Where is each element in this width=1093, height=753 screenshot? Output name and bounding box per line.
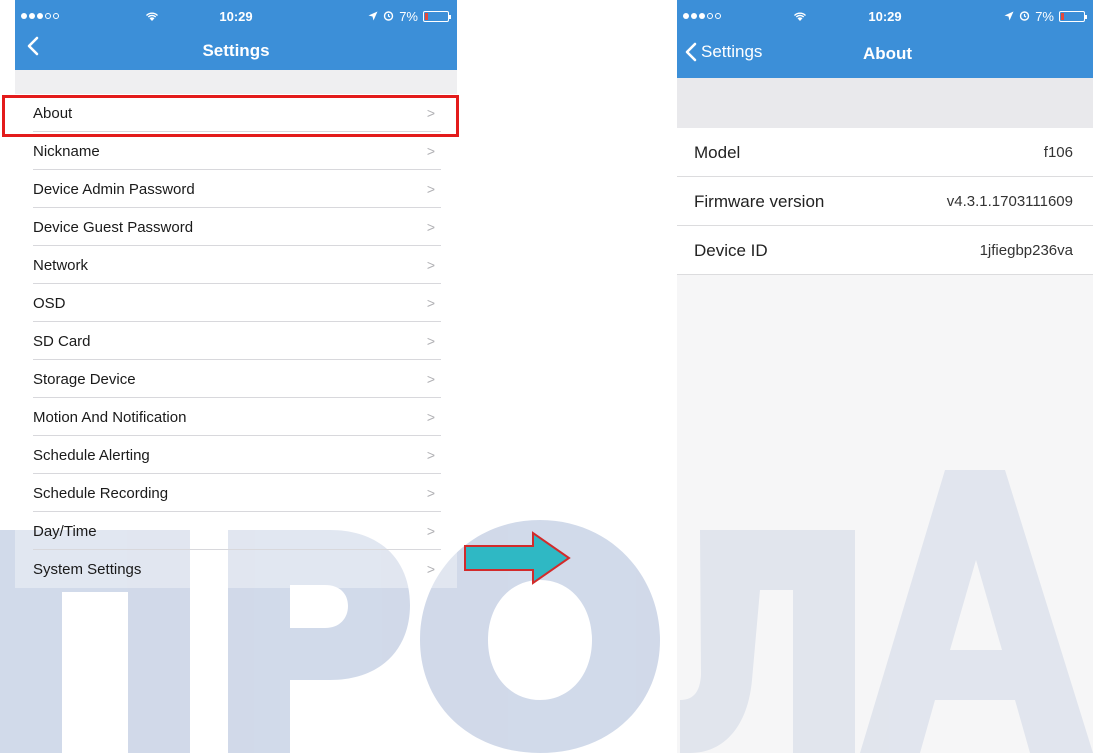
settings-item-network[interactable]: Network > (15, 246, 457, 284)
settings-item-admin-password[interactable]: Device Admin Password > (15, 170, 457, 208)
settings-item-label: OSD (33, 294, 66, 312)
settings-item-label: Device Guest Password (33, 218, 194, 236)
settings-item-nickname[interactable]: Nickname > (15, 132, 457, 170)
chevron-right-icon: > (426, 523, 435, 539)
arrow-right-icon (464, 531, 571, 585)
settings-item-label: Network (33, 256, 89, 274)
settings-item-label: SD Card (33, 332, 91, 350)
settings-item-guest-password[interactable]: Device Guest Password > (15, 208, 457, 246)
about-row-value: v4.3.1.1703111609 (946, 193, 1073, 210)
page-title: Settings (202, 41, 270, 60)
page-title: About (863, 44, 913, 63)
status-time: 10:29 (219, 8, 253, 24)
nav-bar: Settings About (677, 32, 1093, 78)
settings-item-label: Day/Time (33, 522, 97, 540)
settings-list: About > Nickname > Device Admin Password > … (15, 94, 457, 588)
chevron-right-icon: > (426, 257, 435, 273)
battery-icon (423, 10, 451, 22)
chevron-right-icon: > (426, 561, 435, 577)
chevron-right-icon: > (426, 295, 435, 311)
chevron-right-icon: > (426, 333, 435, 349)
about-row-model: Model f106 (677, 128, 1093, 177)
status-time: 10:29 (868, 8, 902, 24)
nav-bar: Settings (15, 32, 457, 70)
about-row-firmware-version: Firmware version v4.3.1.1703111609 (677, 177, 1093, 226)
settings-item-label: Schedule Recording (33, 484, 169, 502)
about-info-list: Model f106 Firmware version v4.3.1.17031… (677, 128, 1093, 275)
settings-item-sd-card[interactable]: SD Card > (15, 322, 457, 360)
settings-item-label: Storage Device (33, 370, 136, 388)
battery-icon (1059, 10, 1087, 22)
settings-item-label: System Settings (33, 560, 142, 578)
section-spacer (677, 78, 1093, 128)
settings-item-schedule-alerting[interactable]: Schedule Alerting > (15, 436, 457, 474)
about-row-label: Model (694, 142, 741, 162)
about-row-label: Device ID (694, 240, 768, 260)
about-row-value: f106 (1043, 144, 1073, 161)
about-row-device-id: Device ID 1jfiegbp236va (677, 226, 1093, 275)
chevron-right-icon: > (426, 485, 435, 501)
settings-item-schedule-recording[interactable]: Schedule Recording > (15, 474, 457, 512)
chevron-right-icon: > (426, 447, 435, 463)
settings-item-label: Nickname (33, 142, 100, 160)
about-highlight-box (2, 95, 459, 137)
section-spacer (15, 70, 457, 94)
settings-item-osd[interactable]: OSD > (15, 284, 457, 322)
chevron-right-icon: > (426, 181, 435, 197)
about-screen: 10:29 7% Settings About Model f106 Firmw… (677, 0, 1093, 753)
about-row-label: Firmware version (694, 191, 825, 211)
status-bar: 10:29 7% (677, 0, 1093, 32)
settings-item-label: Schedule Alerting (33, 446, 150, 464)
settings-item-day-time[interactable]: Day/Time > (15, 512, 457, 550)
settings-item-system-settings[interactable]: System Settings > (15, 550, 457, 588)
settings-item-storage-device[interactable]: Storage Device > (15, 360, 457, 398)
about-row-value: 1jfiegbp236va (979, 242, 1073, 259)
chevron-right-icon: > (426, 143, 435, 159)
chevron-right-icon: > (426, 371, 435, 387)
status-bar: 10:29 7% (15, 0, 457, 32)
settings-item-label: Motion And Notification (33, 408, 187, 426)
settings-item-label: Device Admin Password (33, 180, 195, 198)
chevron-right-icon: > (426, 409, 435, 425)
chevron-right-icon: > (426, 219, 435, 235)
settings-item-motion-notification[interactable]: Motion And Notification > (15, 398, 457, 436)
